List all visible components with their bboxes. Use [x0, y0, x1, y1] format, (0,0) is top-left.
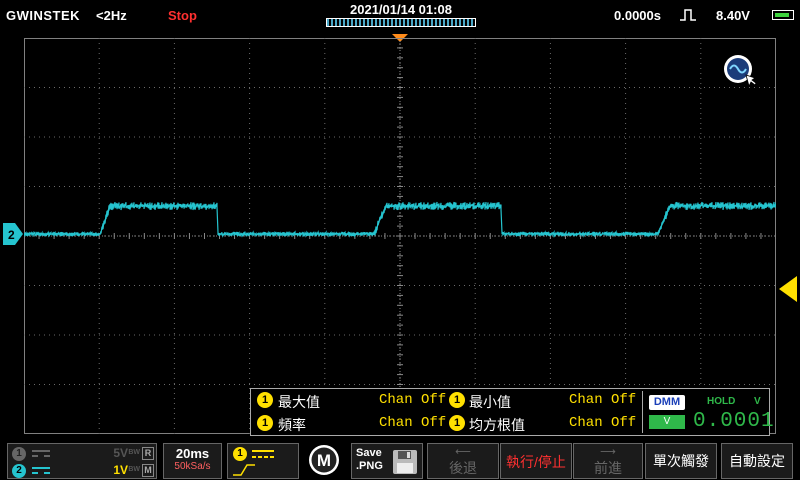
back-button[interactable]: ⟵ 後退: [427, 443, 499, 479]
save-png-button[interactable]: Save .PNG: [351, 443, 423, 479]
back-button-label: 後退: [449, 460, 477, 476]
dc-coupling-icon: [32, 450, 50, 457]
run-stop-button-label: 執行/停止: [506, 454, 566, 470]
channel-scale: 5V: [113, 446, 128, 460]
math-badge: M: [142, 464, 154, 477]
channel-number: 2: [12, 464, 26, 478]
trigger-source-badge: 1: [233, 447, 247, 461]
measurement-value: Chan Off: [379, 415, 447, 431]
trigger-level-readout: 8.40V: [716, 8, 750, 23]
waveform-grid: [24, 38, 776, 434]
dmm-readout[interactable]: DMM V HOLD V 0.0001: [642, 391, 774, 433]
brand-logo: GWINSTEK: [6, 8, 81, 23]
forward-button[interactable]: ⟶ 前進: [573, 443, 643, 479]
rising-edge-icon: [680, 9, 696, 21]
channel-panel[interactable]: 1 5V BW R 2 1V BW M: [7, 443, 157, 479]
memory-position-bar: [326, 18, 476, 27]
channel-2-offset-marker[interactable]: 2: [3, 223, 23, 245]
measurement-label: 均方根值: [469, 417, 525, 433]
measurement-source-badge: 1: [257, 415, 273, 431]
timebase-panel[interactable]: 20ms 50kSa/s: [163, 443, 222, 479]
dmm-hold-label: HOLD: [707, 396, 736, 407]
datetime-readout: 2021/01/14 01:08: [350, 2, 452, 17]
forward-button-label: 前進: [594, 460, 622, 476]
ref-badge: R: [142, 447, 154, 460]
bottom-bar: 1 5V BW R 2 1V BW M 20ms 50kSa/s 1 M Sav…: [0, 440, 800, 480]
run-stop-button[interactable]: 執行/停止: [500, 443, 572, 479]
save-label-line2: .PNG: [356, 460, 383, 472]
trigger-panel[interactable]: 1: [227, 443, 299, 479]
bandwidth-limit-label: BW: [128, 449, 140, 456]
measurement-label: 頻率: [278, 417, 306, 433]
timebase-scale: 20ms: [175, 446, 210, 461]
measurement-row: 1 頻率 Chan Off 1 均方根值 Chan Off: [255, 413, 639, 435]
bandwidth-limit-label: BW: [128, 466, 140, 473]
channel-2-trace: [24, 201, 776, 239]
save-label: Save .PNG: [356, 447, 383, 473]
channel-number: 1: [12, 447, 26, 461]
measurement-value: Chan Off: [569, 392, 637, 408]
floppy-disk-icon: [393, 450, 417, 474]
measurement-label: 最大值: [278, 394, 320, 410]
measurement-label: 最小值: [469, 394, 511, 410]
channel-2-marker-label: 2: [8, 228, 15, 242]
trigger-level-marker[interactable]: [777, 276, 797, 302]
menu-button[interactable]: M: [306, 443, 342, 477]
rising-edge-icon: [233, 464, 255, 476]
waveform-function-icon[interactable]: [722, 53, 758, 89]
run-state-indicator: Stop: [168, 8, 197, 23]
measurement-source-badge: 1: [257, 392, 273, 408]
dmm-mode-badge: V: [649, 415, 685, 429]
dmm-badge: DMM: [649, 395, 685, 410]
menu-button-label: M: [317, 451, 331, 470]
autoset-button[interactable]: 自動設定: [721, 443, 793, 479]
measurement-value: Chan Off: [569, 415, 637, 431]
dc-coupling-icon: [32, 467, 50, 474]
save-label-line1: Save: [356, 447, 382, 459]
channel-row-2[interactable]: 2 1V BW M: [12, 463, 154, 479]
channel-scale: 1V: [113, 463, 128, 477]
top-status-bar: GWINSTEK <2Hz Stop 2021/01/14 01:08 0.00…: [0, 0, 800, 34]
horizontal-delay: 0.0000s: [614, 8, 661, 23]
measurement-source-badge: 1: [449, 392, 465, 408]
measurement-row: 1 最大值 Chan Off 1 最小值 Chan Off: [255, 390, 639, 412]
sample-rate: 50kSa/s: [174, 461, 211, 472]
battery-icon: [772, 10, 794, 20]
measurement-value: Chan Off: [379, 392, 447, 408]
trigger-frequency: <2Hz: [96, 8, 127, 23]
measurement-panel: 1 最大值 Chan Off 1 最小值 Chan Off 1 頻率 Chan …: [250, 388, 774, 436]
single-trigger-button[interactable]: 單次觸發: [645, 443, 717, 479]
channel-row-1[interactable]: 1 5V BW R: [12, 446, 154, 462]
measurement-source-badge: 1: [449, 415, 465, 431]
arrow-right-icon: ⟶: [600, 446, 616, 458]
dc-coupling-icon: [252, 450, 274, 458]
dmm-unit-label: V: [754, 396, 761, 407]
arrow-left-icon: ⟵: [455, 446, 471, 458]
dmm-value: 0.0001: [693, 410, 775, 433]
